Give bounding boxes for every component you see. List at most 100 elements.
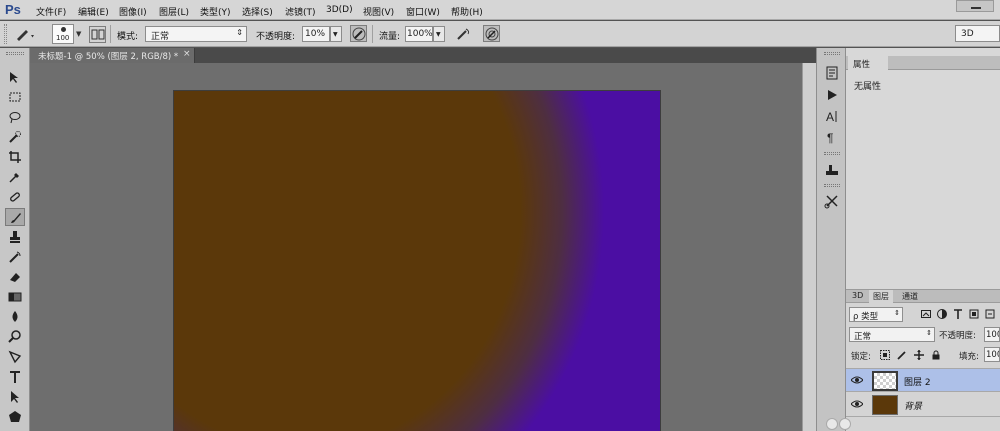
- pen-tool[interactable]: [5, 348, 25, 366]
- character-panel-button[interactable]: A: [822, 107, 842, 125]
- lasso-tool[interactable]: [5, 108, 25, 126]
- flow-dropdown-button[interactable]: ▼: [433, 26, 445, 42]
- brush-size-dropdown-icon[interactable]: ▼: [76, 30, 81, 38]
- filter-type-icon[interactable]: [953, 309, 963, 319]
- tab-3d[interactable]: 3D: [848, 290, 867, 303]
- vertical-scrollbar[interactable]: [802, 63, 816, 431]
- options-grip: [4, 24, 7, 44]
- filter-smart-object-icon[interactable]: [985, 309, 995, 319]
- canvas-workspace[interactable]: [30, 63, 802, 431]
- lock-transparency-icon[interactable]: [880, 350, 890, 360]
- select-arrows-icon: ⇕: [236, 28, 243, 37]
- clone-stamp-tool[interactable]: [5, 228, 25, 246]
- layer-thumbnail: [872, 371, 898, 391]
- marquee-tool[interactable]: [5, 88, 25, 106]
- layer-filter-select[interactable]: ρ 类型 ⇕: [849, 307, 903, 322]
- actions-panel-button[interactable]: [822, 86, 842, 104]
- pressure-size-button[interactable]: [483, 25, 500, 42]
- eyedropper-tool[interactable]: [5, 168, 25, 186]
- brush-size-value: 100: [56, 34, 70, 42]
- menu-window[interactable]: 窗口(W): [406, 5, 440, 18]
- blur-tool[interactable]: [5, 308, 25, 326]
- filter-pixel-icon[interactable]: [921, 309, 931, 319]
- workspace-select[interactable]: 3D: [955, 25, 1000, 42]
- brush-panel-icon: [91, 29, 105, 40]
- layers-tab-bar: 3D 图层 通道: [846, 290, 1000, 303]
- dock-grip: [824, 52, 840, 55]
- menu-file[interactable]: 文件(F): [36, 5, 66, 18]
- brush-icon: [11, 213, 21, 223]
- eye-icon[interactable]: [851, 375, 863, 385]
- close-icon[interactable]: ×: [183, 49, 191, 59]
- history-panel-button[interactable]: [822, 64, 842, 82]
- menu-select[interactable]: 选择(S): [242, 5, 273, 18]
- menu-edit[interactable]: 编辑(E): [78, 5, 109, 18]
- minimize-button[interactable]: [956, 0, 994, 12]
- floating-cursor-indicator: [826, 418, 852, 431]
- menu-image[interactable]: 图像(I): [119, 5, 147, 18]
- mode-select[interactable]: 正常 ⇕: [145, 26, 247, 42]
- lock-all-icon[interactable]: [931, 350, 941, 360]
- gradient-tool[interactable]: [5, 288, 25, 306]
- path-select-tool[interactable]: [5, 388, 25, 406]
- airbrush-button[interactable]: [455, 26, 472, 43]
- fill-input[interactable]: 100: [984, 347, 1000, 362]
- healing-brush-tool[interactable]: [5, 188, 25, 206]
- shape-tool[interactable]: [5, 408, 25, 426]
- document-tab[interactable]: 未标题-1 @ 50% (图层 2, RGB/8) * ×: [30, 48, 195, 63]
- tool-presets-panel-button[interactable]: [822, 161, 842, 179]
- move-tool[interactable]: [5, 68, 25, 86]
- menu-3d[interactable]: 3D(D): [326, 5, 353, 15]
- character-icon: A: [826, 110, 837, 124]
- menu-view[interactable]: 视图(V): [363, 5, 394, 18]
- properties-tab-bar: 属性: [846, 56, 1000, 70]
- type-tool[interactable]: [5, 368, 25, 386]
- lock-pixels-icon[interactable]: [897, 350, 907, 360]
- quick-select-tool[interactable]: [5, 128, 25, 146]
- opacity-dropdown-button[interactable]: ▼: [330, 26, 342, 42]
- filter-shape-icon[interactable]: [969, 309, 979, 319]
- dock-grip: [824, 184, 840, 187]
- paragraph-panel-button[interactable]: ¶: [822, 128, 842, 146]
- flow-input[interactable]: 100%: [405, 26, 433, 42]
- layer-row[interactable]: 图层 2: [846, 368, 1000, 392]
- eraser-icon: [10, 273, 20, 282]
- opacity-input[interactable]: 10%: [302, 26, 330, 42]
- chevron-down-icon: ▼: [333, 31, 338, 38]
- layer-row[interactable]: 背景: [846, 393, 1000, 417]
- brush-size-preview[interactable]: 100: [52, 24, 74, 44]
- workspace-value: 3D: [961, 29, 974, 39]
- scissors-icon: [824, 195, 838, 209]
- layer-name[interactable]: 图层 2: [904, 375, 931, 388]
- tab-channels[interactable]: 通道: [898, 290, 922, 303]
- tool-preset-picker[interactable]: [14, 26, 36, 42]
- layer-opacity-input[interactable]: 100: [984, 327, 1000, 342]
- clone-source-panel-button[interactable]: [822, 192, 842, 210]
- menu-layer[interactable]: 图层(L): [159, 5, 189, 18]
- history-brush-tool[interactable]: [5, 248, 25, 266]
- dodge-tool[interactable]: [5, 328, 25, 346]
- blend-mode-select[interactable]: 正常 ⇕: [849, 327, 935, 342]
- menu-type[interactable]: 类型(Y): [200, 5, 231, 18]
- brush-dot-icon: [61, 27, 66, 32]
- brush-icon: [17, 30, 34, 41]
- brush-tool[interactable]: [5, 208, 25, 226]
- blur-icon: [12, 311, 18, 322]
- brush-panel-toggle-button[interactable]: [89, 26, 106, 43]
- tab-layers[interactable]: 图层: [869, 290, 893, 303]
- eraser-tool[interactable]: [5, 268, 25, 286]
- menu-help[interactable]: 帮助(H): [451, 5, 483, 18]
- tab-properties[interactable]: 属性: [848, 56, 888, 70]
- menu-filter[interactable]: 滤镜(T): [285, 5, 316, 18]
- layer-name[interactable]: 背景: [904, 399, 922, 412]
- filter-adjustment-icon[interactable]: [937, 309, 947, 319]
- lock-position-icon[interactable]: [914, 350, 924, 360]
- pressure-opacity-button[interactable]: [350, 25, 367, 42]
- opacity-label: 不透明度:: [256, 32, 296, 42]
- tool-presets-icon: [826, 165, 838, 175]
- pen-icon: [8, 350, 22, 364]
- document-canvas[interactable]: [174, 91, 660, 431]
- crop-tool[interactable]: [5, 148, 25, 166]
- layer-opacity-label: 不透明度:: [939, 331, 976, 341]
- eye-icon[interactable]: [851, 399, 863, 409]
